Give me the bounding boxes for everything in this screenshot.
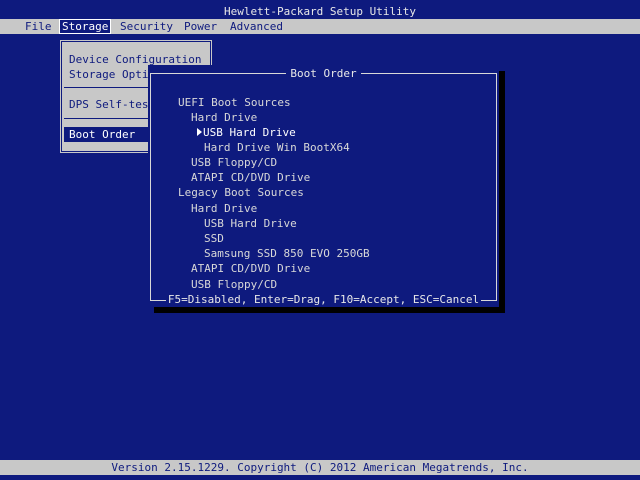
menu-advanced[interactable]: Advanced bbox=[227, 19, 286, 34]
right-pointer-icon bbox=[197, 128, 202, 136]
boot-item-uefi-win-bootx64[interactable]: Hard Drive Win BootX64 bbox=[204, 140, 350, 155]
boot-group-legacy[interactable]: Legacy Boot Sources bbox=[178, 185, 304, 200]
boot-order-dialog: Boot Order UEFI Boot Sources Hard Drive … bbox=[148, 65, 499, 307]
boot-item-label: USB Hard Drive bbox=[203, 126, 296, 139]
dialog-help-footer: F5=Disabled, Enter=Drag, F10=Accept, ESC… bbox=[148, 293, 499, 306]
menu-storage[interactable]: Storage bbox=[59, 19, 112, 34]
dialog-help-text: F5=Disabled, Enter=Drag, F10=Accept, ESC… bbox=[165, 293, 482, 306]
boot-item-legacy-samsung-ssd[interactable]: Samsung SSD 850 EVO 250GB bbox=[204, 246, 370, 261]
menu-item-storage-options[interactable]: Storage Opti bbox=[69, 67, 148, 82]
status-bar: Version 2.15.1229. Copyright (C) 2012 Am… bbox=[0, 460, 640, 475]
boot-item-uefi-hard-drive[interactable]: Hard Drive bbox=[191, 110, 257, 125]
bios-screen: Hewlett-Packard Setup Utility File Stora… bbox=[0, 0, 640, 480]
boot-item-uefi-atapi[interactable]: ATAPI CD/DVD Drive bbox=[191, 170, 310, 185]
boot-item-uefi-usb-floppy[interactable]: USB Floppy/CD bbox=[191, 155, 277, 170]
menu-file[interactable]: File bbox=[22, 19, 55, 34]
boot-group-uefi[interactable]: UEFI Boot Sources bbox=[178, 95, 291, 110]
boot-item-legacy-ssd[interactable]: SSD bbox=[204, 231, 224, 246]
menu-item-dps-self-test[interactable]: DPS Self-tes bbox=[69, 97, 148, 112]
menu-bar: File Storage Security Power Advanced bbox=[0, 19, 640, 34]
window-title: Hewlett-Packard Setup Utility bbox=[0, 4, 640, 19]
boot-item-uefi-usb-hard-drive[interactable]: USB Hard Drive bbox=[197, 125, 296, 140]
boot-item-legacy-atapi[interactable]: ATAPI CD/DVD Drive bbox=[191, 261, 310, 276]
boot-item-legacy-usb-hard-drive[interactable]: USB Hard Drive bbox=[204, 216, 297, 231]
menu-power[interactable]: Power bbox=[181, 19, 220, 34]
menu-security[interactable]: Security bbox=[117, 19, 176, 34]
boot-item-legacy-hard-drive[interactable]: Hard Drive bbox=[191, 201, 257, 216]
boot-item-legacy-usb-floppy[interactable]: USB Floppy/CD bbox=[191, 277, 277, 292]
